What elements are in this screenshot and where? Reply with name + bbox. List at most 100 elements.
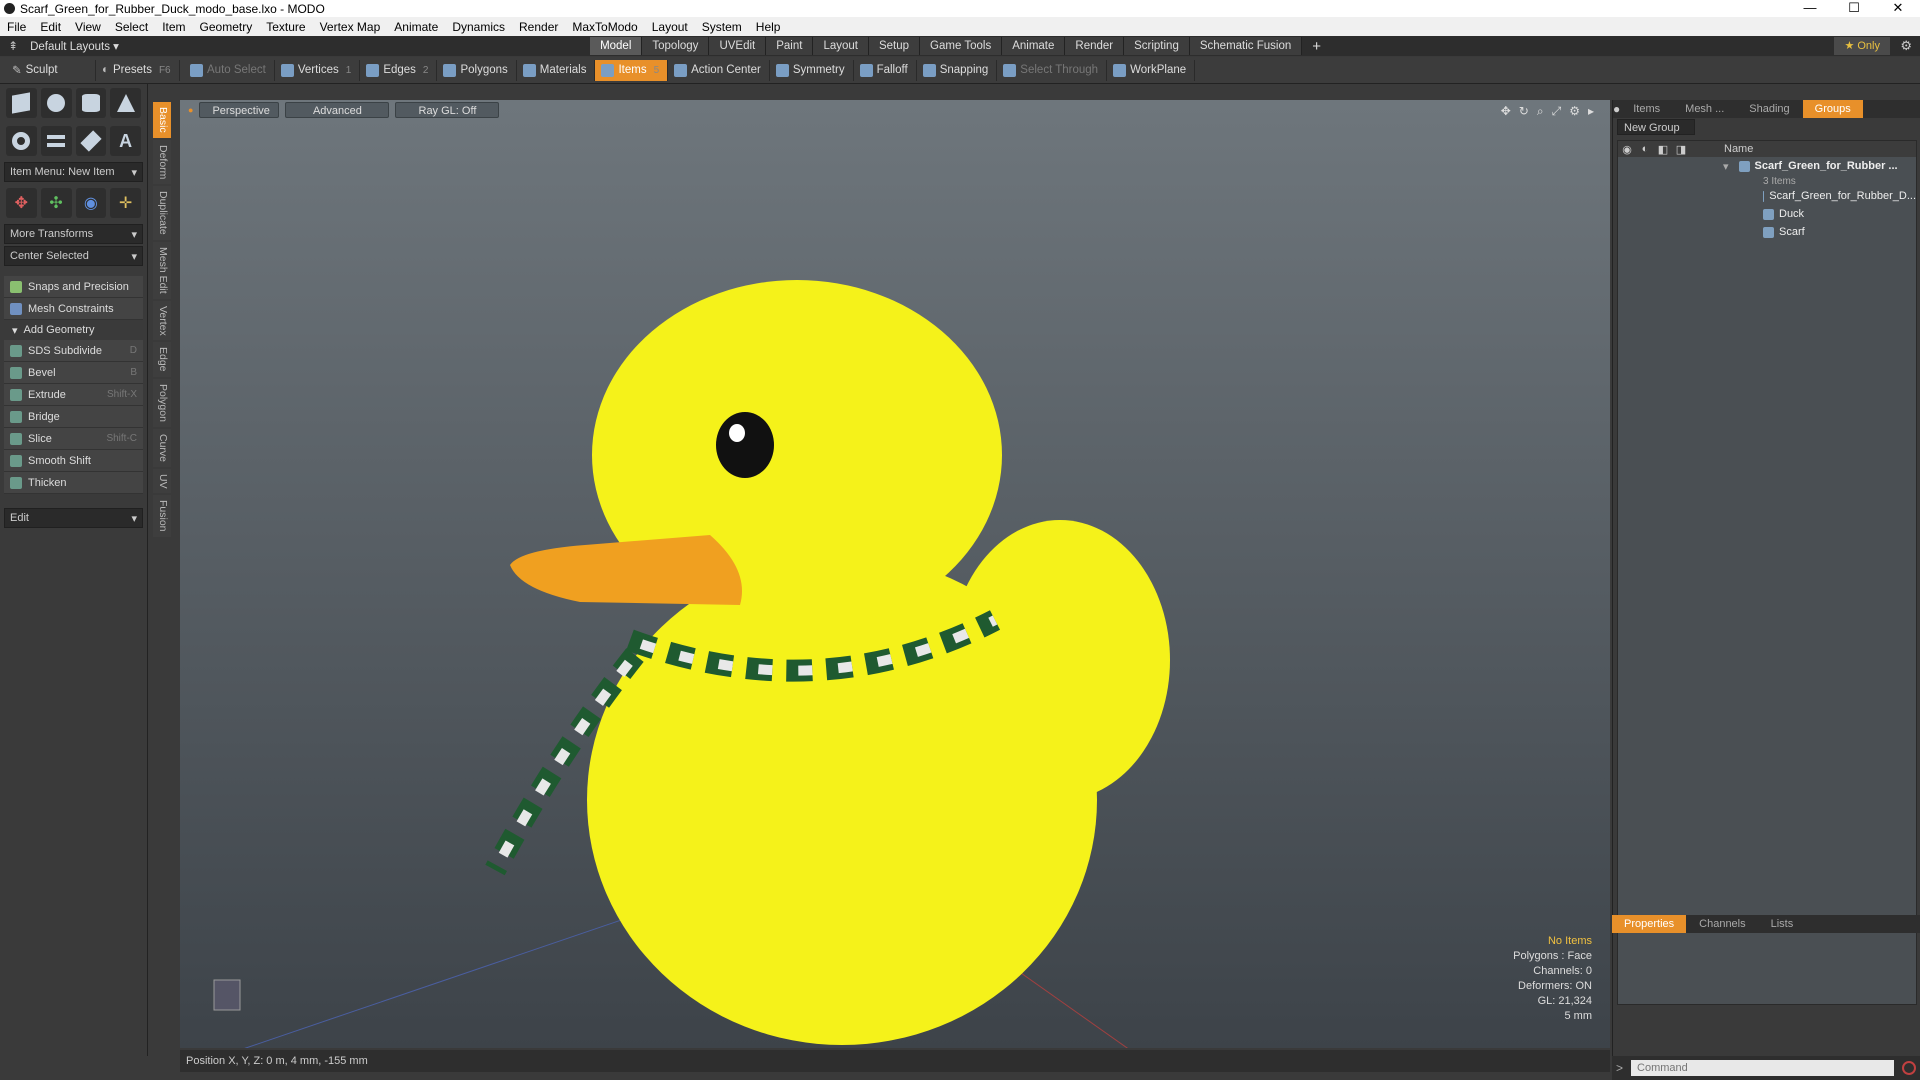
tab-scripting[interactable]: Scripting [1124, 37, 1190, 55]
menu-geometry[interactable]: Geometry [193, 20, 260, 34]
toolbar-symmetry-button[interactable]: Symmetry [770, 59, 854, 81]
tab-schematic-fusion[interactable]: Schematic Fusion [1189, 37, 1303, 55]
viewport-menu-icon[interactable]: ▸ [1588, 104, 1594, 119]
tab-setup[interactable]: Setup [868, 37, 921, 55]
tab-properties[interactable]: Properties [1612, 915, 1687, 933]
sidetab-vertex[interactable]: Vertex [153, 300, 171, 341]
transform-icon[interactable]: ✛ [110, 188, 141, 218]
rotate-icon[interactable]: ✣ [40, 188, 72, 218]
group-child-row[interactable]: Duck [1618, 205, 1916, 223]
perspective-button[interactable]: Perspective [199, 102, 280, 118]
add-layout-button[interactable]: + [1312, 38, 1321, 55]
toolbar-auto-select-button[interactable]: Auto Select [184, 59, 275, 81]
tab-topology[interactable]: Topology [642, 37, 710, 55]
mesh-constraints-button[interactable]: Mesh Constraints [4, 298, 143, 320]
command-input[interactable] [1631, 1060, 1894, 1076]
tool-bridge-button[interactable]: Bridge [4, 406, 143, 428]
tab-channels[interactable]: Channels [1687, 915, 1757, 933]
raygl-button[interactable]: Ray GL: Off [395, 102, 500, 118]
more-transforms-dropdown[interactable]: More Transforms ▾ [4, 224, 143, 244]
viewport-dot-icon[interactable]: ● [188, 102, 193, 118]
group-child-row[interactable]: Scarf_Green_for_Rubber_D... [1618, 187, 1916, 205]
tab-lists[interactable]: Lists [1759, 915, 1806, 933]
select-icon[interactable]: ◨ [1672, 143, 1690, 156]
close-button[interactable]: ✕ [1876, 0, 1920, 17]
tab-groups[interactable]: Groups [1802, 100, 1863, 118]
tab-mesh-[interactable]: Mesh ... [1673, 100, 1736, 118]
menu-select[interactable]: Select [108, 20, 155, 34]
pen-icon[interactable] [75, 126, 107, 156]
minimize-button[interactable]: — [1788, 0, 1832, 17]
menu-render[interactable]: Render [512, 20, 565, 34]
menu-help[interactable]: Help [749, 20, 788, 34]
toolbar-polygons-button[interactable]: Polygons [437, 59, 517, 81]
toolbar-edges-button[interactable]: Edges 2 [360, 59, 438, 81]
fit-icon[interactable]: ⤢ [1552, 104, 1562, 119]
sidetab-edge[interactable]: Edge [153, 342, 171, 377]
advanced-button[interactable]: Advanced [285, 102, 390, 118]
torus-icon[interactable] [6, 126, 37, 156]
zoom-icon[interactable]: ⌕ [1537, 104, 1544, 119]
toolbar-vertices-button[interactable]: Vertices 1 [275, 59, 361, 81]
record-icon[interactable] [1902, 1061, 1916, 1075]
menu-item[interactable]: Item [155, 20, 192, 34]
tool-slice-button[interactable]: Slice Shift-C [4, 428, 143, 450]
menu-texture[interactable]: Texture [259, 20, 312, 34]
scale-icon[interactable]: ◉ [75, 188, 107, 218]
toolbar-snapping-button[interactable]: Snapping [917, 59, 998, 81]
toolbar-materials-button[interactable]: Materials [517, 59, 596, 81]
sidetab-mesh-edit[interactable]: Mesh Edit [153, 241, 171, 299]
viewport-gear-icon[interactable]: ⚙ [1569, 104, 1580, 119]
tool-extrude-button[interactable]: Extrude Shift-X [4, 384, 143, 406]
only-button[interactable]: ★ Only [1834, 37, 1890, 55]
tab-items[interactable]: Items [1621, 100, 1672, 118]
cylinder-icon[interactable] [75, 88, 107, 118]
toolbar-select-through-button[interactable]: Select Through [997, 59, 1108, 81]
tab-render[interactable]: Render [1065, 37, 1125, 55]
sidetab-polygon[interactable]: Polygon [153, 378, 171, 427]
menu-dynamics[interactable]: Dynamics [445, 20, 512, 34]
move-icon[interactable]: ✥ [6, 188, 37, 218]
tool-thicken-button[interactable]: Thicken [4, 472, 143, 494]
new-group-button[interactable]: New Group [1617, 119, 1695, 135]
tab-layout[interactable]: Layout [813, 37, 869, 55]
orbit-icon[interactable]: ↻ [1519, 104, 1529, 119]
group-child-row[interactable]: Scarf [1618, 223, 1916, 241]
menu-edit[interactable]: Edit [33, 20, 68, 34]
maximize-button[interactable]: ☐ [1832, 0, 1876, 17]
tab-animate[interactable]: Animate [1002, 37, 1066, 55]
menu-system[interactable]: System [695, 20, 749, 34]
toolbar-action-center-button[interactable]: Action Center [668, 59, 770, 81]
group-row[interactable]: ▾ Scarf_Green_for_Rubber ... [1618, 157, 1916, 175]
tab-game-tools[interactable]: Game Tools [920, 37, 1003, 55]
panel-dot-icon[interactable]: ● [1613, 102, 1620, 116]
tab-paint[interactable]: Paint [766, 37, 814, 55]
default-layouts-dropdown[interactable]: Default Layouts ▾ [30, 39, 590, 53]
center-selected-dropdown[interactable]: Center Selected ▾ [4, 246, 143, 266]
edit-dropdown[interactable]: Edit ▾ [4, 508, 143, 528]
sidetab-duplicate[interactable]: Duplicate [153, 186, 171, 240]
toolbar-falloff-button[interactable]: Falloff [854, 59, 917, 81]
render-icon[interactable]: ◐ [1636, 143, 1654, 155]
cone-icon[interactable] [110, 88, 141, 118]
cube-icon[interactable] [6, 88, 37, 118]
tab-model[interactable]: Model [590, 37, 643, 55]
tool-smooth-shift-button[interactable]: Smooth Shift [4, 450, 143, 472]
presets-button[interactable]: ◐ Presets F6 [96, 59, 180, 81]
snaps-precision-button[interactable]: Snaps and Precision [4, 276, 143, 298]
tool-bevel-button[interactable]: Bevel B [4, 362, 143, 384]
toolbar-items-button[interactable]: Items 5 [595, 59, 669, 81]
menu-layout[interactable]: Layout [645, 20, 695, 34]
sidetab-deform[interactable]: Deform [153, 139, 171, 185]
toolbar-workplane-button[interactable]: WorkPlane [1107, 59, 1196, 81]
visibility-icon[interactable]: ◉ [1618, 143, 1636, 156]
tab-shading[interactable]: Shading [1737, 100, 1801, 118]
tool-sds-subdivide-button[interactable]: SDS Subdivide D [4, 340, 143, 362]
menu-vertex-map[interactable]: Vertex Map [313, 20, 388, 34]
menu-maxtomodo[interactable]: MaxToModo [565, 20, 644, 34]
menu-file[interactable]: File [0, 20, 33, 34]
lock-icon[interactable]: ◧ [1654, 143, 1672, 156]
menu-animate[interactable]: Animate [387, 20, 445, 34]
sidetab-basic[interactable]: Basic [153, 102, 171, 138]
sidetab-curve[interactable]: Curve [153, 428, 171, 467]
